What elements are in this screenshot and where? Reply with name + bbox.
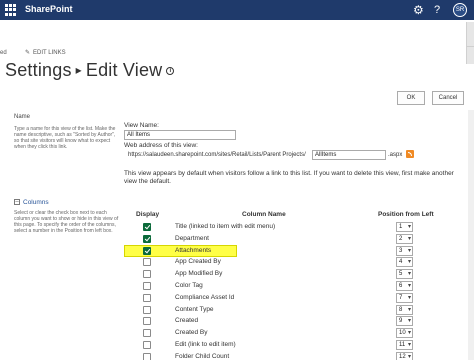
- position-select[interactable]: 5: [396, 269, 413, 280]
- rss-icon[interactable]: [406, 150, 414, 158]
- name-section-description: Type a name for this view of the list. M…: [14, 126, 116, 150]
- display-checkbox[interactable]: [143, 234, 151, 243]
- display-checkbox[interactable]: [143, 329, 151, 338]
- pencil-icon: ✎: [25, 50, 31, 56]
- table-row: Created By 10: [124, 328, 420, 340]
- table-row: App Modified By 5: [124, 269, 420, 281]
- display-checkbox[interactable]: [143, 270, 151, 279]
- column-name: Department: [175, 234, 209, 242]
- column-name: App Modified By: [175, 270, 223, 278]
- table-row: Attachments 3: [124, 244, 420, 258]
- url-input[interactable]: AllItems: [312, 150, 386, 160]
- position-select[interactable]: 1: [396, 222, 413, 232]
- brand-name[interactable]: SharePoint: [25, 4, 73, 14]
- position-select[interactable]: 9: [396, 316, 413, 327]
- ok-button[interactable]: OK: [397, 91, 425, 105]
- column-name: Created By: [175, 329, 208, 337]
- cancel-button[interactable]: Cancel: [432, 91, 464, 105]
- app-launcher-icon[interactable]: [5, 4, 17, 16]
- display-checkbox[interactable]: [143, 341, 151, 349]
- position-select[interactable]: 2: [396, 233, 413, 244]
- position-select[interactable]: 3: [396, 245, 413, 256]
- position-select[interactable]: 12: [396, 351, 413, 360]
- column-name: Color Tag: [175, 282, 203, 289]
- table-row: Edit (link to edit item) 11: [124, 340, 420, 352]
- display-checkbox[interactable]: [143, 352, 151, 360]
- avatar[interactable]: SR: [453, 3, 467, 17]
- column-name: Edit (link to edit item): [175, 341, 236, 348]
- display-checkbox[interactable]: [143, 317, 151, 326]
- help-icon[interactable]: ?: [434, 3, 440, 17]
- display-checkbox[interactable]: [143, 293, 151, 302]
- breadcrumb-edit-view: Edit View: [85, 60, 163, 80]
- columns-heading-label: Columns: [23, 199, 49, 206]
- view-name-input[interactable]: All Items: [124, 130, 236, 140]
- column-name-header: Column Name: [242, 211, 286, 218]
- position-select[interactable]: 6: [396, 281, 413, 291]
- url-prefix: https://salaudeen.sharepoint.com/sites/R…: [128, 152, 306, 158]
- column-name: Compliance Asset Id: [175, 293, 235, 301]
- position-select[interactable]: 11: [396, 340, 413, 350]
- table-row: Content Type 8: [124, 304, 420, 317]
- table-row: Created 9: [124, 316, 420, 328]
- collapse-icon[interactable]: –: [14, 199, 20, 206]
- web-address-label: Web address of this view:: [124, 142, 198, 149]
- display-header: Display: [136, 211, 160, 218]
- edit-links-label: EDIT LINKS: [33, 50, 66, 56]
- table-row: Folder Child Count 12: [124, 351, 420, 360]
- column-name: Content Type: [175, 305, 214, 313]
- scrollbar-thumb[interactable]: [466, 46, 474, 64]
- breadcrumb-settings[interactable]: Settings: [5, 60, 72, 80]
- page-title: Settings ▸ Edit View i: [5, 60, 175, 81]
- position-select[interactable]: 7: [396, 292, 413, 303]
- page-scrollbar[interactable]: [468, 110, 474, 360]
- columns-section-description: Select or clear the check box next to ea…: [14, 210, 119, 234]
- column-name: Folder Child Count: [175, 352, 230, 360]
- table-row: Title (linked to item with edit menu) 1: [124, 222, 420, 234]
- view-name-label: View Name:: [124, 122, 159, 129]
- position-select[interactable]: 8: [396, 304, 413, 315]
- table-row: Color Tag 6: [124, 281, 420, 293]
- truncated-nav-text: ed: [0, 50, 7, 56]
- scrollbar-up[interactable]: [466, 22, 474, 46]
- display-checkbox[interactable]: [143, 258, 151, 267]
- column-name: Title (linked to item with edit menu): [175, 223, 276, 230]
- column-name: Attachments: [175, 246, 212, 254]
- url-suffix: .aspx: [388, 152, 403, 158]
- position-header: Position from Left: [378, 211, 434, 218]
- edit-links-link[interactable]: ✎ EDIT LINKS: [25, 49, 66, 56]
- table-row: Compliance Asset Id 7: [124, 292, 420, 305]
- table-row: App Created By 4: [124, 257, 420, 269]
- display-checkbox[interactable]: [143, 223, 151, 231]
- breadcrumb-separator: ▸: [75, 63, 82, 77]
- default-view-note: This view appears by default when visito…: [124, 170, 454, 185]
- column-name: App Created By: [175, 258, 221, 266]
- display-checkbox[interactable]: [143, 246, 151, 255]
- settings-gear-icon[interactable]: ⚙: [413, 2, 424, 18]
- suite-bar: SharePoint ⚙ ? SR: [0, 0, 474, 20]
- name-section-heading: Name: [14, 114, 31, 120]
- position-select[interactable]: 4: [396, 257, 413, 268]
- position-select[interactable]: 10: [396, 328, 413, 339]
- display-checkbox[interactable]: [143, 282, 151, 290]
- column-name: Created: [175, 317, 199, 325]
- display-checkbox[interactable]: [143, 305, 151, 314]
- columns-section-heading[interactable]: – Columns: [14, 199, 49, 206]
- info-icon[interactable]: i: [166, 67, 175, 75]
